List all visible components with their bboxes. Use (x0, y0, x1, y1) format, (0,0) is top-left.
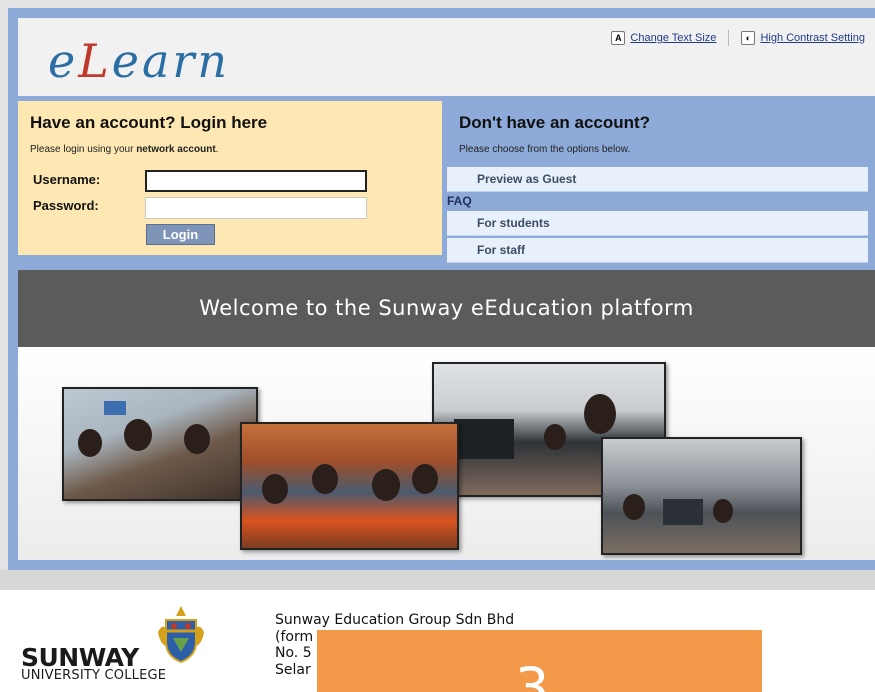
high-contrast-setting[interactable]: ◐ High Contrast Setting (741, 31, 865, 45)
login-title: Have an account? Login here (30, 113, 268, 132)
username-input[interactable] (145, 170, 367, 192)
slide-number-overlay: 3 (317, 630, 762, 692)
login-panel: Have an account? Login here Please login… (18, 101, 442, 255)
text-size-icon: A (611, 31, 626, 45)
login-button[interactable]: Login (146, 224, 215, 245)
change-text-size[interactable]: A Change Text Size (611, 31, 716, 45)
contrast-icon: ◐ (741, 31, 756, 45)
username-label: Username: (33, 172, 101, 187)
students-cafe-photo (240, 422, 459, 550)
sunway-crest-logo (158, 606, 204, 664)
password-label: Password: (33, 198, 99, 213)
accessibility-links: A Change Text Size ◐ High Contrast Setti… (611, 30, 865, 46)
header: eLearn A Change Text Size ◐ High Contras… (18, 18, 875, 96)
preview-as-guest[interactable]: Preview as Guest (447, 167, 868, 192)
signup-instruction: Please choose from the options below. (459, 144, 631, 155)
signup-title: Don't have an account? (459, 113, 651, 132)
faq-for-staff[interactable]: For staff (447, 238, 868, 263)
divider (728, 30, 730, 46)
faq-for-students[interactable]: For students (447, 211, 868, 236)
signup-panel: Don't have an account? Please choose fro… (447, 101, 875, 267)
welcome-banner: Welcome to the Sunway eEducation platfor… (18, 270, 875, 347)
slide-number: 3 (515, 656, 550, 692)
change-text-size-link[interactable]: Change Text Size (630, 32, 716, 44)
elearn-logo[interactable]: eLearn (48, 34, 230, 88)
high-contrast-link[interactable]: High Contrast Setting (760, 32, 865, 44)
sunway-wordmark-sub: UNIVERSITY COLLEGE (21, 668, 167, 683)
library-computers-photo (601, 437, 802, 555)
login-instruction: Please login using your network account. (30, 144, 219, 155)
faq-heading: FAQ (447, 194, 472, 208)
students-laptop-photo (62, 387, 258, 501)
footer-divider (0, 570, 875, 590)
photo-gallery (18, 347, 875, 560)
password-input[interactable] (145, 197, 367, 219)
